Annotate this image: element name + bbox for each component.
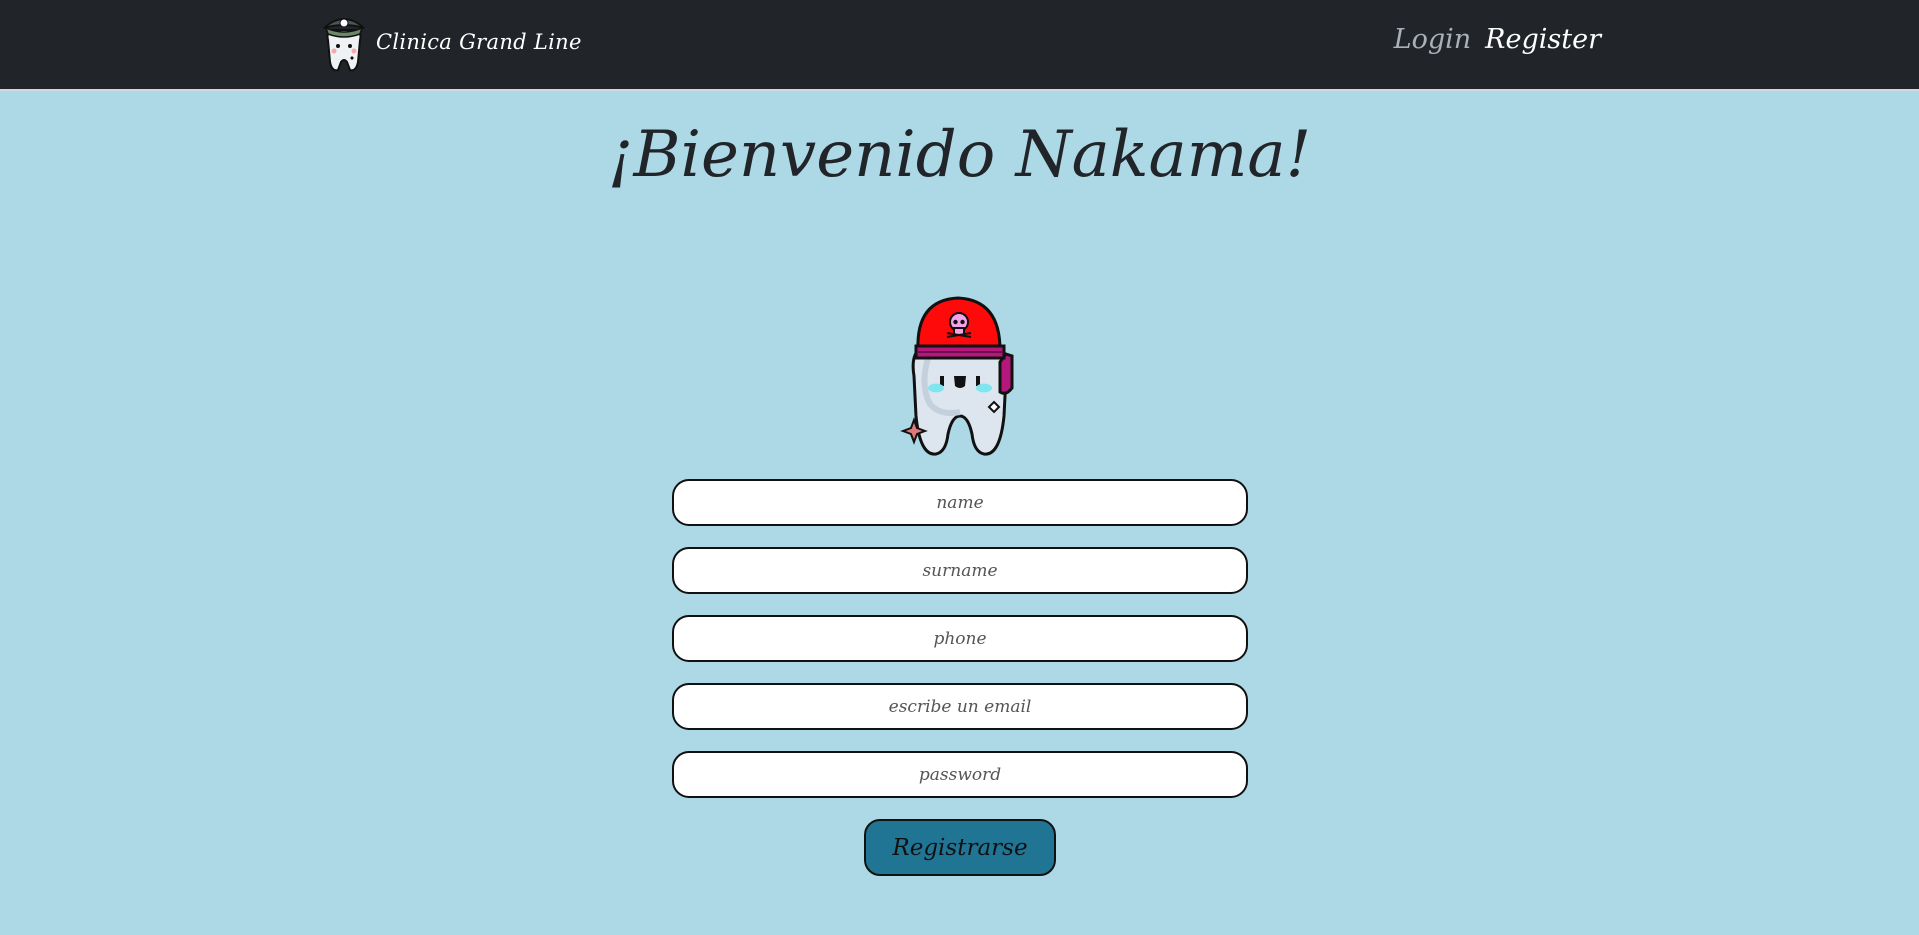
login-link[interactable]: Login: [1394, 24, 1472, 55]
register-link[interactable]: Register: [1485, 24, 1601, 55]
brand-name: Clinica Grand Line: [376, 30, 582, 54]
navbar: Clinica Grand Line Login Register: [0, 0, 1919, 91]
brand-link[interactable]: Clinica Grand Line: [320, 10, 582, 74]
pirate-tooth-mascot-icon: [900, 296, 1014, 456]
surname-input[interactable]: [672, 547, 1248, 594]
name-input[interactable]: [672, 479, 1248, 526]
email-input[interactable]: [672, 683, 1248, 730]
register-button[interactable]: Registrarse: [864, 819, 1056, 876]
page-title: ¡Bienvenido Nakama!: [607, 118, 1312, 192]
phone-input[interactable]: [672, 615, 1248, 662]
nav-links: Login Register: [1394, 24, 1601, 55]
password-input[interactable]: [672, 751, 1248, 798]
pirate-tooth-logo-icon: [323, 18, 365, 72]
